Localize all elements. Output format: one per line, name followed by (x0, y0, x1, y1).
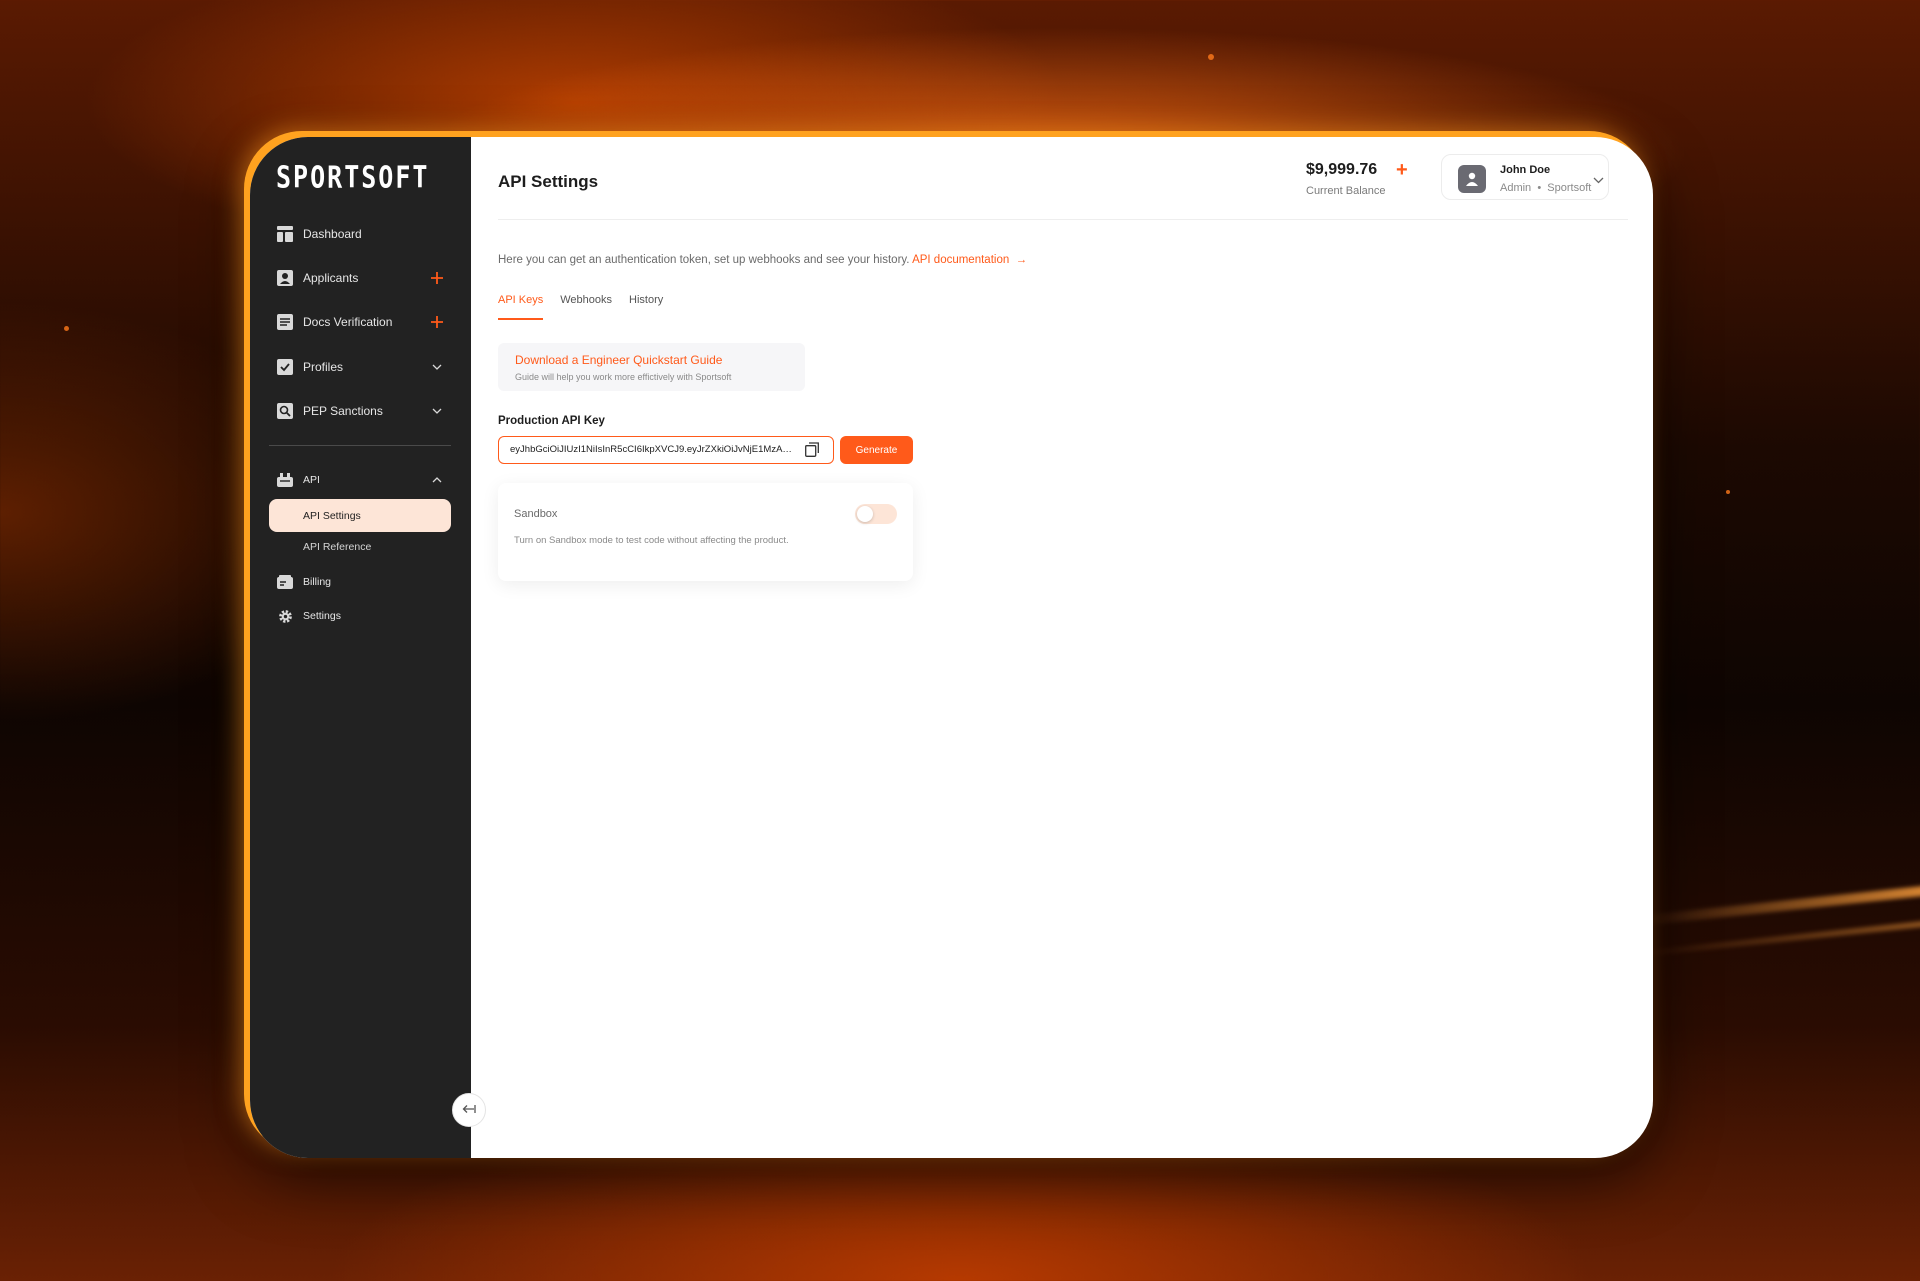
sandbox-toggle[interactable] (855, 504, 897, 524)
dashboard-icon (276, 225, 294, 243)
main-content: API Settings $9,999.76 + Current Balance… (471, 137, 1653, 1158)
tab-history[interactable]: History (629, 294, 663, 320)
api-documentation-link[interactable]: API documentation → (912, 254, 1027, 266)
chevron-down-icon (1593, 171, 1604, 189)
search-doc-icon (276, 402, 294, 420)
sidebar-item-docs-verification[interactable]: Docs Verification (276, 310, 446, 334)
user-name: John Doe (1500, 164, 1551, 176)
background-spark (64, 326, 69, 331)
toggle-knob (857, 506, 873, 522)
production-api-key-label: Production API Key (498, 415, 605, 427)
billing-icon (276, 573, 294, 591)
sandbox-title: Sandbox (514, 508, 558, 520)
sidebar-item-dashboard[interactable]: Dashboard (276, 222, 446, 246)
profile-check-icon (276, 358, 294, 376)
balance-label: Current Balance (1306, 185, 1386, 197)
intro-text: Here you can get an authentication token… (498, 254, 1027, 266)
tab-webhooks[interactable]: Webhooks (560, 294, 612, 320)
collapse-sidebar-button[interactable] (452, 1093, 486, 1127)
quickstart-guide-card[interactable]: Download a Engineer Quickstart Guide Gui… (498, 343, 805, 391)
sidebar-divider (269, 445, 451, 446)
add-balance-icon[interactable]: + (1396, 159, 1408, 182)
sidebar: SPORTSOFT Dashboard Applicants Docs Veri… (250, 137, 471, 1158)
background-spark (1726, 490, 1730, 494)
sidebar-item-api[interactable]: API (276, 468, 446, 492)
sandbox-description: Turn on Sandbox mode to test code withou… (514, 535, 789, 546)
sidebar-subitem-label: API Settings (303, 509, 361, 522)
plus-icon[interactable] (428, 313, 446, 331)
user-menu[interactable]: John Doe Admin • Sportsoft (1441, 154, 1609, 200)
background-light-streak (1640, 884, 1920, 926)
header-divider (498, 219, 1628, 220)
sidebar-item-label: Applicants (303, 271, 359, 285)
sidebar-item-settings[interactable]: Settings (276, 604, 446, 628)
generate-button[interactable]: Generate (840, 436, 913, 464)
sidebar-item-label: Profiles (303, 360, 344, 374)
sandbox-card: Sandbox Turn on Sandbox mode to test cod… (498, 483, 913, 581)
background-spark (1208, 54, 1214, 60)
sidebar-item-pep-sanctions[interactable]: PEP Sanctions (276, 399, 446, 423)
tab-bar: API Keys Webhooks History (498, 294, 663, 320)
collapse-arrow-icon (462, 1101, 476, 1119)
sidebar-item-label: Docs Verification (303, 315, 393, 329)
api-documentation-label: API documentation (912, 254, 1010, 266)
sidebar-item-label: API (303, 474, 320, 486)
sidebar-item-label: Dashboard (303, 227, 362, 241)
gear-icon (276, 607, 294, 625)
user-role: Admin • Sportsoft (1500, 182, 1591, 194)
logo: SPORTSOFT (276, 160, 430, 195)
plus-icon[interactable] (428, 269, 446, 287)
balance-value: $9,999.76 (1306, 161, 1378, 178)
applicant-icon (276, 269, 294, 287)
user-role-text: Admin (1500, 182, 1532, 194)
user-org: Sportsoft (1547, 182, 1592, 194)
sidebar-item-label: Settings (303, 610, 341, 622)
intro-description: Here you can get an authentication token… (498, 254, 913, 266)
guide-title: Download a Engineer Quickstart Guide (515, 353, 723, 367)
chevron-down-icon[interactable] (428, 402, 446, 420)
sidebar-item-label: Billing (303, 576, 332, 588)
balance-widget: $9,999.76 + Current Balance (1306, 159, 1408, 197)
guide-subtitle: Guide will help you work more effictivel… (515, 372, 732, 382)
sidebar-item-profiles[interactable]: Profiles (276, 355, 446, 379)
app-window: SPORTSOFT Dashboard Applicants Docs Veri… (250, 137, 1653, 1158)
chevron-up-icon[interactable] (428, 471, 446, 489)
sidebar-item-applicants[interactable]: Applicants (276, 266, 446, 290)
sidebar-item-billing[interactable]: Billing (276, 570, 446, 594)
production-api-key-field[interactable]: eyJhbGciOiJIUzI1NiIsInR5cCI6IkpXVCJ9.eyJ… (498, 436, 834, 464)
page-title: API Settings (498, 172, 599, 191)
arrow-right-icon: → (1015, 254, 1028, 266)
sidebar-subitem-api-reference[interactable]: API Reference (303, 541, 371, 553)
document-icon (276, 313, 294, 331)
copy-icon[interactable] (805, 442, 820, 462)
avatar (1458, 165, 1486, 193)
tab-api-keys[interactable]: API Keys (498, 294, 544, 320)
background-light-streak (1640, 919, 1920, 957)
sidebar-item-label: PEP Sanctions (303, 404, 383, 418)
api-icon (276, 471, 294, 489)
chevron-down-icon[interactable] (428, 358, 446, 376)
sidebar-subitem-api-settings[interactable]: API Settings (269, 499, 451, 532)
role-separator: • (1537, 182, 1542, 194)
